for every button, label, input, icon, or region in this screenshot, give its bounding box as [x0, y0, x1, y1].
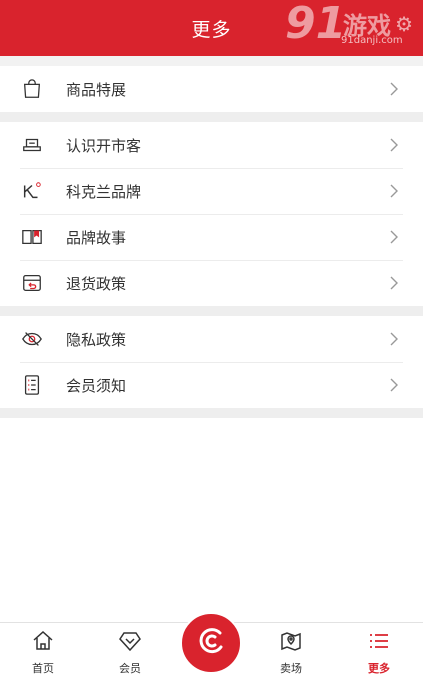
- page-title: 更多: [191, 18, 232, 41]
- menu-item-member-notice[interactable]: 会员须知: [0, 362, 423, 408]
- nav-stores-label: 卖场: [280, 662, 302, 675]
- header-bar: 更多 91 游戏 91danji.com ⚙: [0, 0, 423, 56]
- menu-list: 商品特展 认识开市客 科克兰品牌 品牌故事 退货政策 隐私政策 会员须知: [0, 56, 423, 418]
- eye-slash-icon: [20, 327, 44, 351]
- section-divider: [0, 56, 423, 66]
- menu-item-brand-story[interactable]: 品牌故事: [0, 214, 423, 260]
- nav-home-label: 首页: [32, 662, 54, 675]
- menu-item-label: 科克兰品牌: [66, 182, 142, 201]
- shopping-bag-icon: [20, 77, 44, 101]
- watermark-text: 游戏: [343, 12, 391, 40]
- menu-item-kirkland-brand[interactable]: 科克兰品牌: [0, 168, 423, 214]
- app-root: 更多 91 游戏 91danji.com ⚙ 商品特展 认识开市客 科克兰品牌 …: [0, 0, 423, 681]
- chevron-right-icon: [379, 276, 409, 290]
- menu-item-label: 隐私政策: [66, 330, 127, 349]
- chevron-right-icon: [379, 332, 409, 346]
- chevron-right-icon: [379, 378, 409, 392]
- menu-item-label: 商品特展: [66, 80, 127, 99]
- kirkland-logo-icon: [20, 179, 44, 203]
- map-pin-icon: [279, 629, 303, 657]
- chevron-right-icon: [379, 184, 409, 198]
- home-icon: [31, 629, 55, 657]
- nav-more-label: 更多: [368, 662, 390, 675]
- chevron-right-icon: [379, 82, 409, 96]
- list-icon: [367, 629, 391, 657]
- nav-member[interactable]: 会员: [100, 629, 160, 679]
- store-icon: [20, 133, 44, 157]
- costco-c-icon: [193, 623, 229, 663]
- nav-home[interactable]: 首页: [13, 629, 73, 679]
- chevron-right-icon: [379, 230, 409, 244]
- center-costco-button[interactable]: [180, 612, 242, 674]
- diamond-icon: [118, 629, 142, 657]
- menu-item-privacy-policy[interactable]: 隐私政策: [0, 316, 423, 362]
- menu-item-label: 品牌故事: [66, 228, 127, 247]
- nav-member-label: 会员: [119, 662, 141, 675]
- menu-item-return-policy[interactable]: 退货政策: [0, 260, 423, 306]
- gear-icon: ⚙: [395, 12, 413, 36]
- book-icon: [20, 225, 44, 249]
- chevron-right-icon: [379, 138, 409, 152]
- menu-item-product-special[interactable]: 商品特展: [0, 66, 423, 112]
- section-divider: [0, 408, 423, 418]
- checklist-icon: [20, 373, 44, 397]
- menu-item-label: 会员须知: [66, 376, 127, 395]
- menu-item-about-costco[interactable]: 认识开市客: [0, 122, 423, 168]
- section-divider: [0, 306, 423, 316]
- watermark: 91 游戏 91danji.com ⚙: [285, 0, 415, 52]
- return-box-icon: [20, 271, 44, 295]
- nav-more[interactable]: 更多: [349, 629, 409, 679]
- menu-item-label: 认识开市客: [66, 136, 142, 155]
- watermark-url: 91danji.com: [341, 35, 403, 46]
- menu-item-label: 退货政策: [66, 274, 127, 293]
- nav-stores[interactable]: 卖场: [261, 629, 321, 679]
- section-divider: [0, 112, 423, 122]
- watermark-mark: 91: [285, 0, 347, 49]
